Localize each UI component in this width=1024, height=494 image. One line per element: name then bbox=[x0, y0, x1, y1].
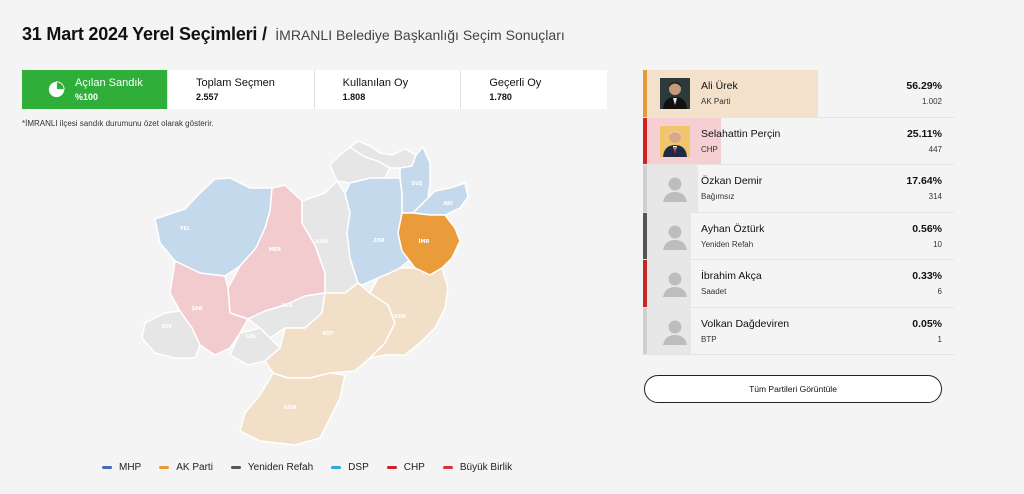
avatar-placeholder-icon bbox=[663, 320, 687, 345]
stat-label: Kullanılan Oy bbox=[342, 77, 409, 89]
candidate-row[interactable]: Selahattin Perçin CHP 25.11% 447 bbox=[643, 117, 954, 165]
candidate-votes: 10 bbox=[933, 239, 942, 249]
candidate-party: CHP bbox=[701, 144, 718, 154]
candidate-party: Saadet bbox=[701, 287, 727, 296]
map-region-label: GÜR bbox=[394, 313, 406, 320]
stat-valid-votes: Geçerli Oy 1.780 bbox=[461, 70, 607, 109]
candidate-row[interactable]: Volkan Dağdeviren BTP 0.05% 1 bbox=[643, 307, 954, 355]
map-region-label: YEL bbox=[179, 226, 191, 232]
map-region-label: DİV bbox=[162, 323, 172, 330]
stat-total-voters: Toplam Seçmen 2.557 bbox=[168, 70, 315, 109]
legend-label: CHP bbox=[403, 462, 425, 473]
candidate-name: İbrahim Akça bbox=[701, 270, 762, 282]
legend-label: MHP bbox=[119, 462, 142, 473]
legend-swatch bbox=[102, 466, 112, 469]
candidate-votes: 314 bbox=[928, 192, 942, 201]
map-region-label: SUŞ bbox=[411, 181, 423, 187]
stat-votes-cast: Kullanılan Oy 1.808 bbox=[315, 70, 462, 109]
candidate-row[interactable]: Özkan Demir Bağımsız 17.64% 314 bbox=[643, 165, 954, 213]
stat-label: Geçerli Oy bbox=[489, 77, 542, 89]
candidate-name: Ali Ürek bbox=[701, 80, 738, 92]
candidate-photo bbox=[660, 78, 690, 109]
map-region-label: GEM bbox=[284, 405, 297, 411]
legend-label: Büyük Birlik bbox=[459, 462, 513, 473]
candidate-name: Volkan Dağdeviren bbox=[701, 317, 790, 330]
legend-swatch bbox=[442, 466, 453, 469]
party-color-stripe bbox=[643, 165, 647, 212]
show-all-parties-button[interactable]: Tüm Partileri Görüntüle bbox=[644, 375, 942, 403]
stat-value: %100 bbox=[75, 92, 99, 102]
legend-item: DSP bbox=[331, 462, 369, 473]
party-color-stripe bbox=[643, 117, 647, 164]
candidate-name: Selahattin Perçin bbox=[701, 127, 781, 140]
avatar-placeholder-icon bbox=[663, 177, 687, 202]
party-legend: MHP AK Parti Yeniden Refah DSP CHP Büyük… bbox=[102, 462, 530, 473]
candidate-name: Özkan Demir bbox=[701, 175, 763, 187]
candidate-party: Bağımsız bbox=[701, 192, 735, 201]
page-title: 31 Mart 2024 Yerel Seçimleri / İMRANLI B… bbox=[22, 24, 565, 45]
party-color-stripe bbox=[643, 212, 647, 259]
stats-bar: Açılan Sandık %100 Toplam Seçmen 2.557 K… bbox=[22, 70, 607, 109]
pie-chart-icon bbox=[48, 81, 65, 98]
map-region-label: KAN bbox=[316, 239, 328, 245]
stat-value: 1.780 bbox=[489, 92, 512, 102]
candidate-votes: 447 bbox=[928, 144, 942, 154]
avatar-placeholder-icon bbox=[663, 272, 687, 297]
candidate-list: Ali Ürek AK Parti 56.29% 1.002 Selahatti… bbox=[643, 70, 954, 355]
candidate-photo bbox=[660, 125, 690, 157]
legend-swatch bbox=[159, 466, 170, 469]
legend-item: CHP bbox=[386, 462, 425, 473]
legend-label: Yeniden Refah bbox=[247, 462, 314, 473]
candidate-percent: 25.11% bbox=[906, 127, 942, 140]
stat-opened-boxes: Açılan Sandık %100 bbox=[22, 70, 168, 109]
summary-note: *İMRANLI ilçesi sandık durumunu özet ola… bbox=[22, 119, 214, 128]
district-map: YEL MER KAN ZAR İMR SUŞ AKI ŞAR DİV ULA GOL KOY GÜR G… bbox=[141, 140, 469, 446]
avatar-placeholder-icon bbox=[663, 225, 687, 250]
legend-item: Büyük Birlik bbox=[442, 462, 513, 473]
candidate-party: BTP bbox=[701, 334, 717, 344]
stat-value: 2.557 bbox=[196, 92, 219, 102]
candidate-party: Yeniden Refah bbox=[701, 239, 754, 249]
candidate-votes: 6 bbox=[937, 287, 942, 296]
candidate-row[interactable]: Ali Ürek AK Parti 56.29% 1.002 bbox=[643, 70, 954, 118]
legend-swatch bbox=[230, 466, 241, 469]
candidate-row[interactable]: İbrahim Akça Saadet 0.33% 6 bbox=[643, 260, 954, 308]
map-region-label: AKI bbox=[443, 201, 453, 207]
map-region-label: KOY bbox=[322, 331, 334, 337]
map-region-label: ŞAR bbox=[191, 306, 202, 312]
candidate-percent: 17.64% bbox=[906, 175, 942, 187]
candidate-percent: 0.56% bbox=[912, 222, 942, 235]
election-title: 31 Mart 2024 Yerel Seçimleri / bbox=[22, 24, 267, 44]
party-color-stripe bbox=[643, 70, 647, 117]
map-region-label: ZAR bbox=[373, 238, 384, 244]
candidate-percent: 56.29% bbox=[906, 80, 942, 92]
election-subtitle: İMRANLI Belediye Başkanlığı Seçim Sonuçl… bbox=[275, 27, 565, 43]
map-region-label: ULA bbox=[281, 303, 292, 309]
legend-item: MHP bbox=[102, 462, 141, 473]
candidate-percent: 0.05% bbox=[912, 317, 942, 330]
candidate-percent: 0.33% bbox=[912, 270, 942, 282]
party-color-stripe bbox=[643, 307, 647, 354]
map-region-label: GOL bbox=[245, 334, 257, 340]
legend-item: Yeniden Refah bbox=[230, 462, 314, 473]
legend-item: AK Parti bbox=[159, 462, 213, 473]
stat-label: Toplam Seçmen bbox=[196, 77, 275, 89]
candidate-votes: 1.002 bbox=[921, 97, 942, 106]
candidate-votes: 1 bbox=[937, 334, 942, 344]
party-color-stripe bbox=[643, 260, 647, 307]
stat-label: Açılan Sandık bbox=[75, 77, 143, 89]
legend-swatch bbox=[386, 466, 397, 469]
candidate-party: AK Parti bbox=[701, 97, 731, 106]
stat-value: 1.808 bbox=[342, 92, 366, 102]
candidate-row[interactable]: Ayhan Öztürk Yeniden Refah 0.56% 10 bbox=[643, 212, 954, 260]
legend-label: DSP bbox=[348, 462, 369, 473]
legend-swatch bbox=[331, 466, 342, 469]
map-region-label: MER bbox=[269, 247, 281, 253]
map-region-label: İMR bbox=[419, 238, 430, 245]
candidate-name: Ayhan Öztürk bbox=[701, 222, 765, 235]
legend-label: AK Parti bbox=[176, 462, 213, 473]
